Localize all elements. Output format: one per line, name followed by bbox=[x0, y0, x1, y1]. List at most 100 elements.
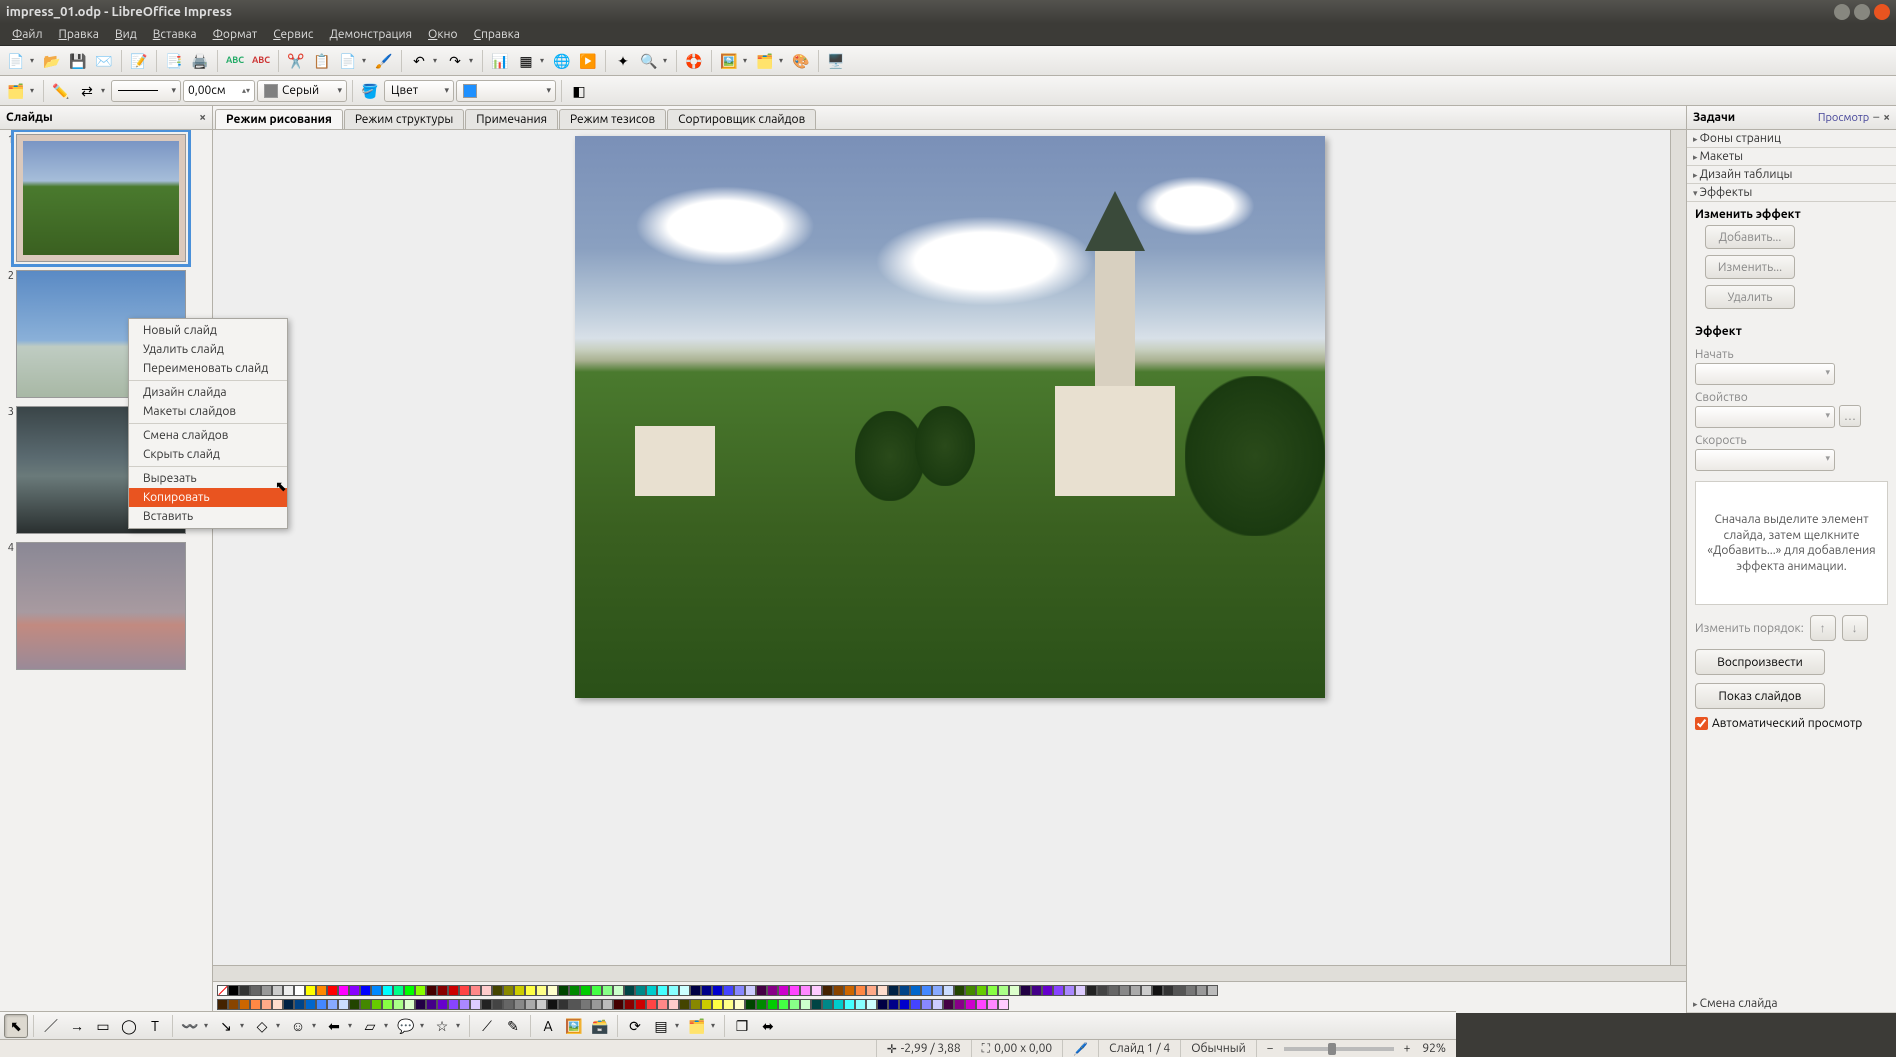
menu-edit[interactable]: Правка bbox=[51, 26, 107, 43]
vertical-scrollbar[interactable] bbox=[1670, 130, 1686, 965]
color-swatch[interactable] bbox=[426, 999, 437, 1010]
color-swatch[interactable] bbox=[866, 985, 877, 996]
color-swatch[interactable] bbox=[921, 985, 932, 996]
dropdown-icon[interactable]: ▾ bbox=[348, 1021, 356, 1030]
color-swatch[interactable] bbox=[1053, 985, 1064, 996]
color-swatch[interactable] bbox=[316, 985, 327, 996]
fontwork-button[interactable]: ✦ bbox=[611, 49, 635, 73]
insert-slide-button[interactable]: 🖼️ bbox=[717, 49, 741, 73]
color-swatch[interactable] bbox=[756, 999, 767, 1010]
dropdown-icon[interactable]: ▾ bbox=[456, 1021, 464, 1030]
color-swatch[interactable] bbox=[690, 999, 701, 1010]
minimize-icon[interactable] bbox=[1834, 4, 1850, 20]
color-swatch[interactable] bbox=[1020, 985, 1031, 996]
line-pattern-select[interactable] bbox=[111, 80, 181, 102]
color-swatch[interactable] bbox=[250, 985, 261, 996]
zoom-slider[interactable] bbox=[1284, 1047, 1394, 1051]
fill-value-select[interactable] bbox=[456, 80, 556, 102]
color-swatch[interactable] bbox=[1130, 985, 1141, 996]
color-swatch[interactable] bbox=[646, 985, 657, 996]
horizontal-scrollbar[interactable] bbox=[213, 965, 1686, 981]
color-swatch[interactable] bbox=[734, 985, 745, 996]
color-swatch[interactable] bbox=[327, 999, 338, 1010]
extrusion-button[interactable]: ❐ bbox=[730, 1014, 754, 1038]
color-swatch[interactable] bbox=[547, 999, 558, 1010]
slide-canvas-area[interactable] bbox=[213, 130, 1686, 965]
color-swatch[interactable] bbox=[470, 985, 481, 996]
color-swatch[interactable] bbox=[602, 985, 613, 996]
slide-thumbnail[interactable] bbox=[16, 134, 186, 262]
color-swatch[interactable] bbox=[1097, 985, 1108, 996]
color-swatch[interactable] bbox=[888, 985, 899, 996]
from-file-button[interactable]: 🖼️ bbox=[562, 1014, 586, 1038]
redo-button[interactable]: ↷ bbox=[443, 49, 467, 73]
color-swatch[interactable] bbox=[316, 999, 327, 1010]
color-swatch[interactable] bbox=[965, 985, 976, 996]
color-swatch[interactable] bbox=[811, 999, 822, 1010]
connector-tool-button[interactable]: ↘ bbox=[214, 1014, 238, 1038]
tab-handout[interactable]: Режим тезисов bbox=[559, 109, 666, 129]
color-swatch[interactable] bbox=[800, 985, 811, 996]
color-swatch[interactable] bbox=[1075, 985, 1086, 996]
color-swatch[interactable] bbox=[283, 999, 294, 1010]
basic-shapes-button[interactable]: ◇ bbox=[250, 1014, 274, 1038]
color-swatch[interactable] bbox=[580, 985, 591, 996]
color-swatch[interactable] bbox=[470, 999, 481, 1010]
color-swatch[interactable] bbox=[360, 999, 371, 1010]
color-swatch[interactable] bbox=[899, 999, 910, 1010]
menu-tools[interactable]: Сервис bbox=[265, 26, 321, 43]
dropdown-icon[interactable]: ▾ bbox=[469, 56, 477, 65]
no-fill-swatch[interactable] bbox=[217, 985, 228, 996]
color-swatch[interactable] bbox=[1152, 985, 1163, 996]
color-swatch[interactable] bbox=[954, 999, 965, 1010]
zoom-menu-button[interactable]: 🔍 bbox=[637, 49, 661, 73]
undo-button[interactable]: ↶ bbox=[407, 49, 431, 73]
close-icon[interactable]: × bbox=[1883, 111, 1890, 124]
color-swatch[interactable] bbox=[778, 985, 789, 996]
color-swatch[interactable] bbox=[459, 985, 470, 996]
color-swatch[interactable] bbox=[305, 999, 316, 1010]
color-swatch[interactable] bbox=[745, 985, 756, 996]
color-swatch[interactable] bbox=[712, 999, 723, 1010]
color-swatch[interactable] bbox=[404, 999, 415, 1010]
presentation-button[interactable]: ▶️ bbox=[576, 49, 600, 73]
cm-new-slide[interactable]: Новый слайд bbox=[129, 321, 287, 340]
color-swatch[interactable] bbox=[1042, 985, 1053, 996]
color-swatch[interactable] bbox=[239, 985, 250, 996]
color-swatch[interactable] bbox=[811, 985, 822, 996]
color-swatch[interactable] bbox=[756, 985, 767, 996]
zoom-value[interactable]: 92% bbox=[1422, 1042, 1446, 1055]
color-swatch[interactable] bbox=[294, 999, 305, 1010]
color-swatch[interactable] bbox=[514, 985, 525, 996]
dropdown-icon[interactable]: ▾ bbox=[276, 1021, 284, 1030]
color-swatch[interactable] bbox=[855, 985, 866, 996]
color-swatch[interactable] bbox=[767, 985, 778, 996]
curve-tool-button[interactable]: 〰️ bbox=[178, 1014, 202, 1038]
color-swatch[interactable] bbox=[833, 999, 844, 1010]
menu-file[interactable]: Файл bbox=[4, 26, 51, 43]
cm-slide-layouts[interactable]: Макеты слайдов bbox=[129, 402, 287, 421]
color-swatch[interactable] bbox=[1031, 985, 1042, 996]
zoom-out-icon[interactable]: − bbox=[1267, 1042, 1274, 1055]
arrow-style-button[interactable]: ⇄ bbox=[75, 79, 99, 103]
color-swatch[interactable] bbox=[866, 999, 877, 1010]
color-swatch[interactable] bbox=[635, 999, 646, 1010]
dropdown-icon[interactable]: ▾ bbox=[711, 1021, 719, 1030]
arrow-line-button[interactable]: → bbox=[65, 1014, 89, 1038]
color-swatch[interactable] bbox=[657, 999, 668, 1010]
color-swatch[interactable] bbox=[514, 999, 525, 1010]
color-swatch[interactable] bbox=[1009, 985, 1020, 996]
menu-insert[interactable]: Вставка bbox=[145, 26, 205, 43]
color-swatch[interactable] bbox=[525, 999, 536, 1010]
help-button[interactable]: 🛟 bbox=[682, 49, 706, 73]
color-swatch[interactable] bbox=[668, 985, 679, 996]
color-swatch[interactable] bbox=[800, 999, 811, 1010]
color-swatch[interactable] bbox=[393, 999, 404, 1010]
arrange-button[interactable]: 🗂️ bbox=[4, 79, 28, 103]
color-swatch[interactable] bbox=[415, 999, 426, 1010]
cm-slide-design[interactable]: Дизайн слайда bbox=[129, 383, 287, 402]
color-swatch[interactable] bbox=[338, 999, 349, 1010]
email-button[interactable]: ✉️ bbox=[92, 49, 116, 73]
color-swatch[interactable] bbox=[690, 985, 701, 996]
color-swatch[interactable] bbox=[668, 999, 679, 1010]
